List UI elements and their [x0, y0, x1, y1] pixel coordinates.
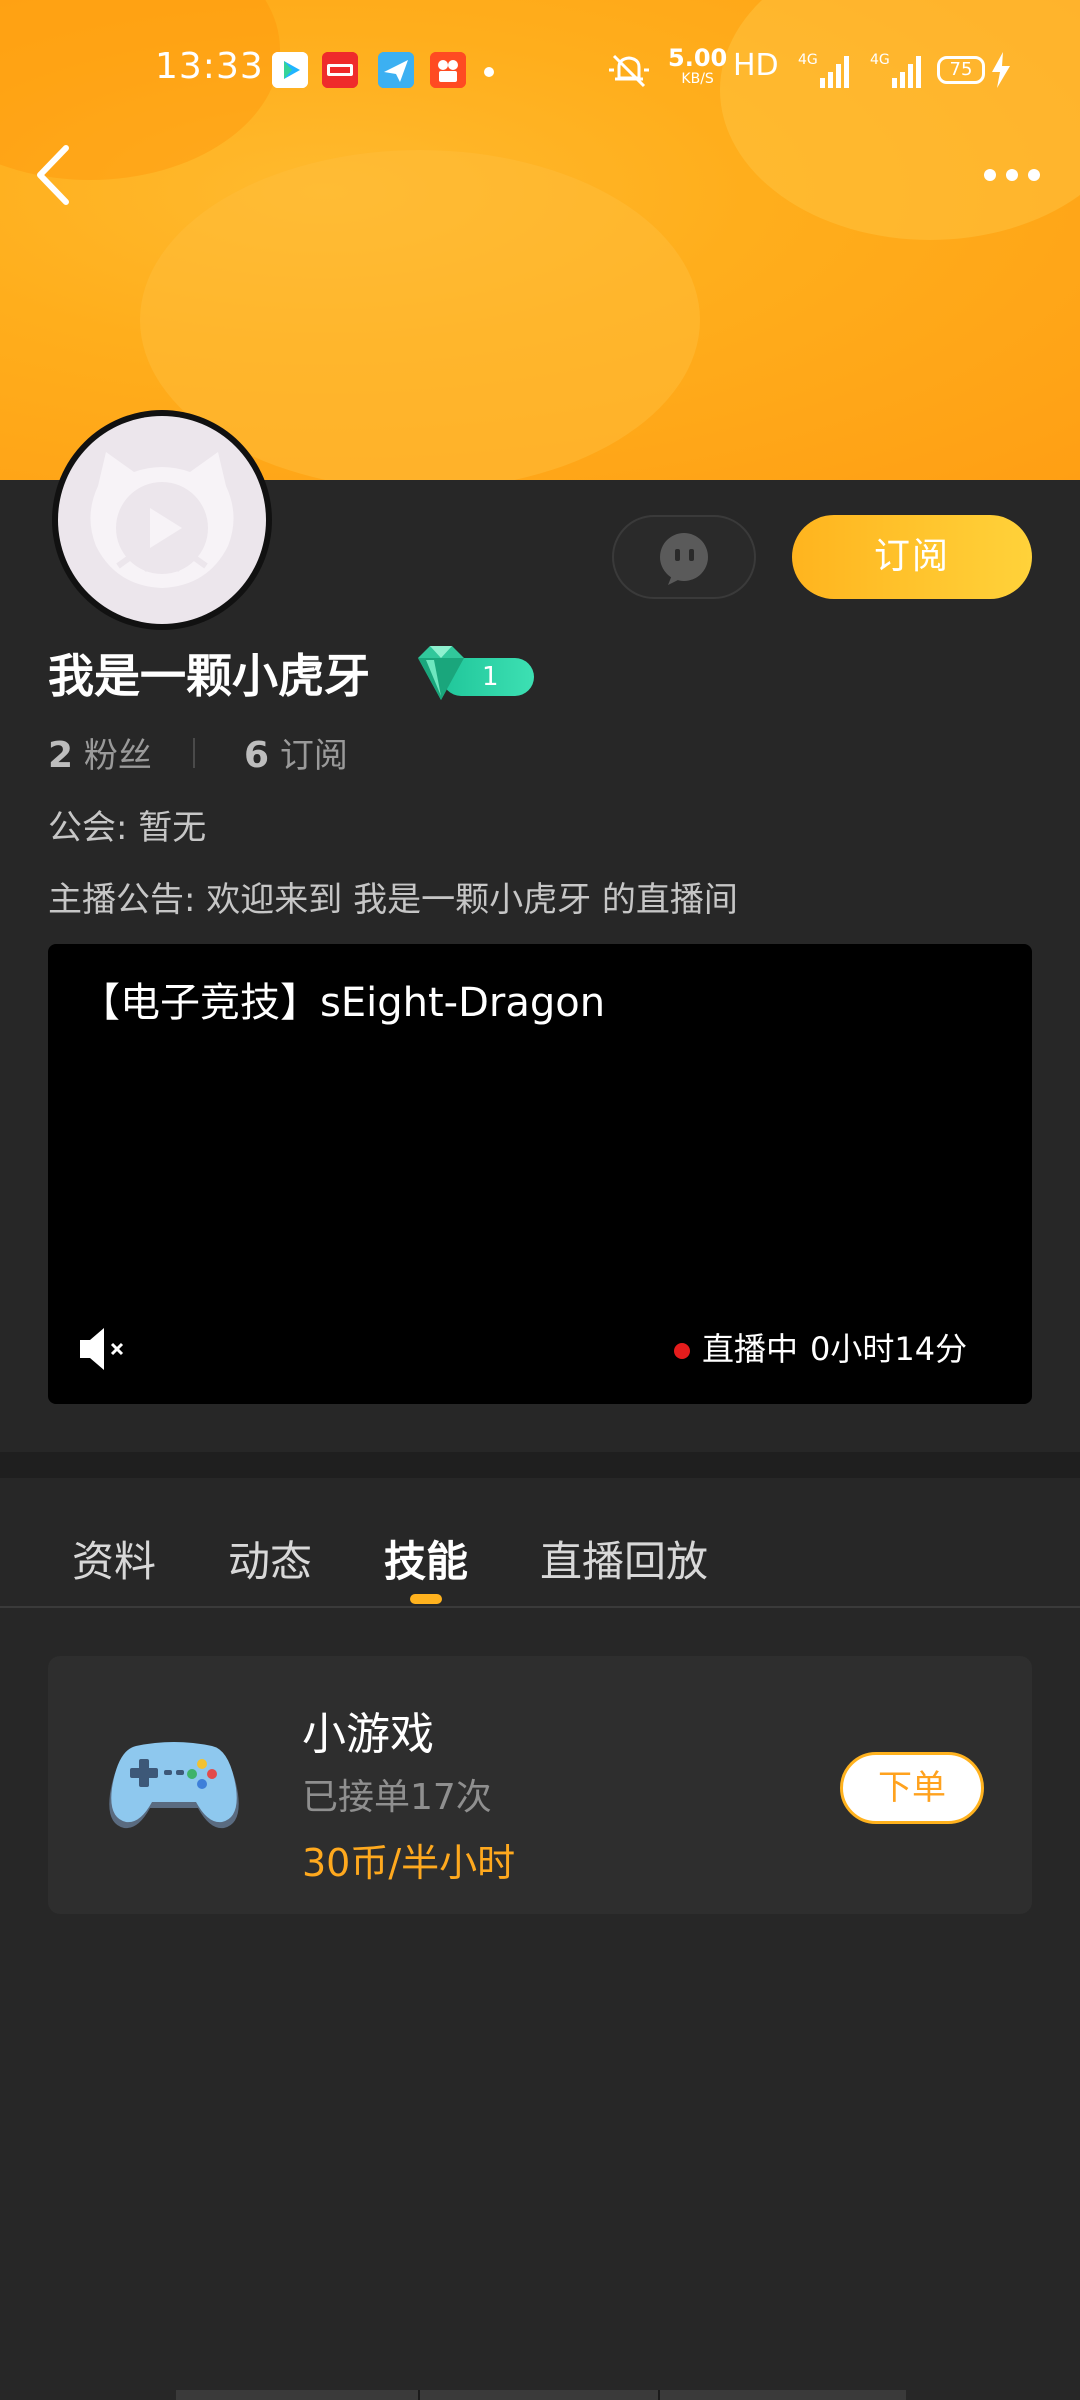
avatar[interactable]	[52, 410, 272, 630]
status-time: 13:33	[155, 46, 264, 87]
skill-name: 小游戏	[302, 1709, 434, 1760]
status-bar: 13:33 5.00 KB/S HD 4G 4G 75	[0, 30, 1080, 110]
network-speed: 5.00 KB/S	[668, 44, 728, 87]
skill-order-count: 已接单17次	[302, 1777, 492, 1818]
profile-tabs: 资料 动态 技能 直播回放	[0, 1478, 1080, 1608]
subs-stat[interactable]: 6 订阅	[244, 728, 348, 777]
chevron-left-icon	[37, 145, 69, 205]
signal-icon-1: 4G	[798, 48, 854, 96]
svg-text:4G: 4G	[798, 52, 818, 68]
fans-label: 粉丝	[83, 736, 152, 776]
gem-icon	[418, 646, 464, 700]
bottom-navigation-handle	[176, 2390, 906, 2400]
travel-app-icon	[378, 52, 414, 88]
speaker-mute-icon	[80, 1328, 124, 1370]
tab-replays[interactable]: 直播回放	[540, 1528, 708, 1589]
toutiao-app-icon	[322, 52, 358, 88]
level-badge: 1	[406, 640, 534, 704]
video-app-icon	[272, 52, 308, 88]
live-dot	[674, 1343, 690, 1359]
subscribe-button[interactable]: 订阅	[792, 515, 1032, 599]
tab-activity[interactable]: 动态	[228, 1528, 312, 1589]
anchor-name: 我是一颗小虎牙	[48, 649, 370, 703]
skill-card[interactable]: 小游戏 已接单17次 30币/半小时 下单	[48, 1656, 1032, 1914]
active-tab-indicator	[410, 1594, 442, 1604]
signal-icon-2: 4G	[870, 48, 926, 96]
live-status: 直播中 0小时14分	[674, 1324, 967, 1370]
chat-bubble-icon	[660, 533, 708, 585]
more-dots-icon	[984, 169, 1040, 181]
battery-indicator: 75	[937, 56, 985, 84]
guild-text: 公会: 暂无	[48, 808, 207, 848]
live-duration: 0小时14分	[810, 1330, 968, 1368]
level-number: 1	[482, 662, 499, 692]
back-button[interactable]	[30, 140, 80, 210]
gamepad-icon	[106, 1738, 242, 1838]
tab-skills[interactable]: 技能	[384, 1528, 468, 1589]
fans-count: 2	[48, 735, 74, 776]
hd-indicator: HD	[733, 48, 779, 83]
section-separator	[0, 1452, 1080, 1478]
message-button[interactable]	[612, 515, 756, 599]
live-video-player[interactable]: 【电子竞技】sEight-Dragon 直播中 0小时14分	[48, 944, 1032, 1404]
skill-price: 30币/半小时	[302, 1841, 516, 1885]
kuaishou-app-icon	[430, 52, 466, 88]
subs-label: 订阅	[279, 736, 348, 776]
place-order-button[interactable]: 下单	[840, 1752, 984, 1824]
svg-text:4G: 4G	[870, 52, 890, 68]
charging-icon	[990, 52, 1012, 92]
mute-button[interactable]	[76, 1324, 136, 1374]
mute-bell-icon	[606, 50, 652, 94]
tab-profile[interactable]: 资料	[72, 1528, 156, 1589]
tiger-logo-icon	[90, 452, 234, 588]
video-title: 【电子竞技】sEight-Dragon	[80, 980, 606, 1026]
fans-stat[interactable]: 2 粉丝	[48, 728, 152, 777]
subs-count: 6	[244, 735, 270, 776]
stat-divider	[193, 738, 195, 768]
notification-dot	[484, 67, 494, 77]
live-label: 直播中	[702, 1330, 799, 1368]
more-button[interactable]	[982, 160, 1042, 190]
notice-text: 主播公告: 欢迎来到 我是一颗小虎牙 的直播间	[48, 880, 738, 920]
